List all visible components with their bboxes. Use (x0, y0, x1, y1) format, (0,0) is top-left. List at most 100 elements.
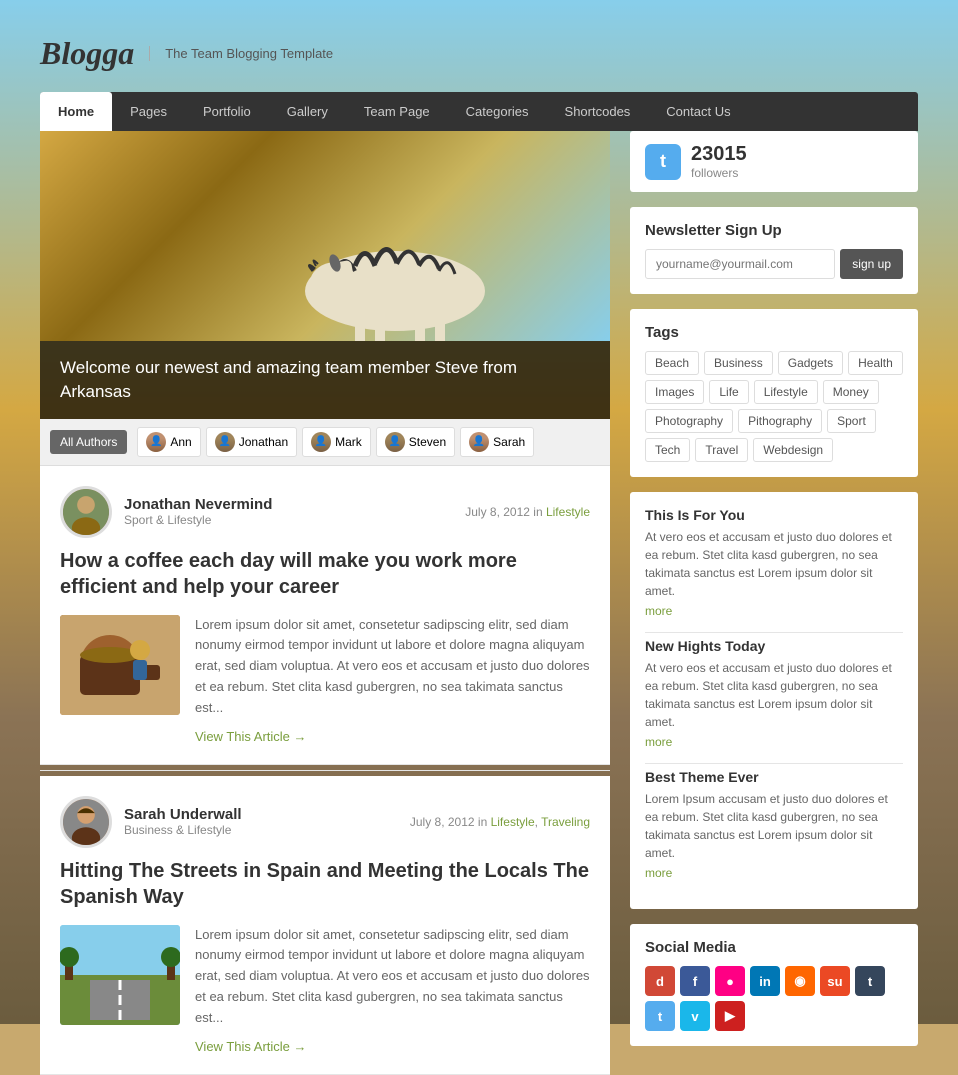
article-1-text-area: Lorem ipsum dolor sit amet, consetetur s… (195, 615, 590, 744)
article-2-author-info: Sarah Underwall Business & Lifestyle (124, 806, 398, 837)
tag-beach[interactable]: Beach (645, 351, 699, 375)
social-tumblr-icon[interactable]: t (855, 966, 885, 996)
tag-travel[interactable]: Travel (695, 438, 748, 462)
tag-images[interactable]: Images (645, 380, 704, 404)
article-2-meta-top: Sarah Underwall Business & Lifestyle Jul… (60, 796, 590, 848)
article-1: Jonathan Nevermind Sport & Lifestyle Jul… (40, 466, 610, 765)
nav-team[interactable]: Team Page (346, 92, 448, 131)
articles-divider (40, 770, 610, 771)
article-2-body: Lorem ipsum dolor sit amet, consetetur s… (60, 925, 590, 1054)
main-layout: Welcome our newest and amazing team memb… (40, 131, 918, 1075)
widget-hights-more[interactable]: more (645, 735, 672, 749)
widget-this-title: This Is For You (645, 507, 903, 523)
article-1-read-more[interactable]: View This Article → (195, 729, 590, 744)
article-1-author-name: Jonathan Nevermind (124, 496, 453, 513)
widget-divider-1 (645, 632, 903, 633)
article-2-date-category: July 8, 2012 in Lifestyle, Traveling (410, 815, 590, 829)
author-sarah-avatar: 👤 (469, 432, 489, 452)
text-widgets: This Is For You At vero eos et accusam e… (630, 492, 918, 909)
article-2-thumb-img (60, 925, 180, 1025)
article-2-category-lifestyle-link[interactable]: Lifestyle (491, 815, 535, 829)
article-2-author-subtitle: Business & Lifestyle (124, 823, 398, 837)
article-1-author-info: Jonathan Nevermind Sport & Lifestyle (124, 496, 453, 527)
widget-this-body: At vero eos et accusam et justo duo dolo… (645, 528, 903, 600)
all-authors-button[interactable]: All Authors (50, 430, 127, 454)
article-2-read-more[interactable]: View This Article → (195, 1039, 590, 1054)
tag-lifestyle[interactable]: Lifestyle (754, 380, 818, 404)
main-nav: Home Pages Portfolio Gallery Team Page C… (40, 92, 918, 131)
newsletter-form: sign up (645, 249, 903, 279)
author-steven-avatar: 👤 (385, 432, 405, 452)
tag-life[interactable]: Life (709, 380, 748, 404)
widget-hights-title: New Hights Today (645, 638, 903, 654)
author-jonathan-button[interactable]: 👤 Jonathan (206, 427, 297, 457)
author-mark-button[interactable]: 👤 Mark (302, 427, 371, 457)
nav-categories[interactable]: Categories (448, 92, 547, 131)
twitter-follower-count: 23015 (691, 143, 747, 166)
article-2-excerpt: Lorem ipsum dolor sit amet, consetetur s… (195, 925, 590, 1029)
tag-photography[interactable]: Photography (645, 409, 733, 433)
social-flickr-icon[interactable]: ● (715, 966, 745, 996)
author-ann-avatar: 👤 (146, 432, 166, 452)
nav-shortcodes[interactable]: Shortcodes (547, 92, 649, 131)
twitter-stats: 23015 followers (691, 143, 747, 180)
social-vimeo-icon[interactable]: v (680, 1001, 710, 1031)
social-linkedin-icon[interactable]: in (750, 966, 780, 996)
article-2: Sarah Underwall Business & Lifestyle Jul… (40, 776, 610, 1075)
author-mark-avatar: 👤 (311, 432, 331, 452)
newsletter-widget: Newsletter Sign Up sign up (630, 207, 918, 294)
article-2-thumbnail (60, 925, 180, 1025)
hero-section: Welcome our newest and amazing team memb… (40, 131, 610, 419)
widget-best-theme: Best Theme Ever Lorem Ipsum accusam et j… (645, 769, 903, 882)
site-tagline: The Team Blogging Template (149, 46, 333, 61)
tag-gadgets[interactable]: Gadgets (778, 351, 843, 375)
tag-health[interactable]: Health (848, 351, 903, 375)
nav-contact[interactable]: Contact Us (648, 92, 748, 131)
article-1-category-link[interactable]: Lifestyle (546, 505, 590, 519)
tag-sport[interactable]: Sport (827, 409, 876, 433)
social-twitter-icon[interactable]: t (645, 1001, 675, 1031)
social-digg-icon[interactable]: d (645, 966, 675, 996)
tag-business[interactable]: Business (704, 351, 773, 375)
widget-this-is-for-you: This Is For You At vero eos et accusam e… (645, 507, 903, 620)
tag-webdesign[interactable]: Webdesign (753, 438, 833, 462)
nav-gallery[interactable]: Gallery (269, 92, 346, 131)
tag-pithography[interactable]: Pithography (738, 409, 822, 433)
widget-new-hights: New Hights Today At vero eos et accusam … (645, 638, 903, 751)
tag-tech[interactable]: Tech (645, 438, 690, 462)
content-area: Welcome our newest and amazing team memb… (40, 131, 610, 1075)
social-title: Social Media (645, 939, 903, 956)
widget-theme-more[interactable]: more (645, 866, 672, 880)
social-icons-container: d f ● in ◉ su t t v ▶ (645, 966, 903, 1031)
sidebar: t 23015 followers Newsletter Sign Up sig… (630, 131, 918, 1046)
widget-theme-title: Best Theme Ever (645, 769, 903, 785)
social-widget: Social Media d f ● in ◉ su t t v ▶ (630, 924, 918, 1046)
hero-image (40, 131, 610, 341)
social-facebook-icon[interactable]: f (680, 966, 710, 996)
article-1-title: How a coffee each day will make you work… (60, 548, 590, 600)
widget-divider-2 (645, 763, 903, 764)
author-sarah-button[interactable]: 👤 Sarah (460, 427, 534, 457)
widget-this-more[interactable]: more (645, 604, 672, 618)
tags-title: Tags (645, 324, 903, 341)
site-logo: Blogga (40, 35, 134, 72)
author-jonathan-avatar: 👤 (215, 432, 235, 452)
nav-portfolio[interactable]: Portfolio (185, 92, 269, 131)
nav-pages[interactable]: Pages (112, 92, 185, 131)
nav-home[interactable]: Home (40, 92, 112, 131)
article-2-category-traveling-link[interactable]: Traveling (541, 815, 590, 829)
tags-widget: Tags Beach Business Gadgets Health Image… (630, 309, 918, 477)
twitter-widget: t 23015 followers (630, 131, 918, 192)
author-steven-button[interactable]: 👤 Steven (376, 427, 455, 457)
tag-money[interactable]: Money (823, 380, 879, 404)
social-youtube-icon[interactable]: ▶ (715, 1001, 745, 1031)
newsletter-email-input[interactable] (645, 249, 835, 279)
social-rss-icon[interactable]: ◉ (785, 966, 815, 996)
widget-theme-body: Lorem Ipsum accusam et justo duo dolores… (645, 790, 903, 862)
social-stumbleupon-icon[interactable]: su (820, 966, 850, 996)
article-1-author-avatar (60, 486, 112, 538)
newsletter-signup-button[interactable]: sign up (840, 249, 903, 279)
widget-hights-body: At vero eos et accusam et justo duo dolo… (645, 659, 903, 731)
authors-bar: All Authors 👤 Ann 👤 Jonathan 👤 Mark 👤 St… (40, 419, 610, 466)
author-ann-button[interactable]: 👤 Ann (137, 427, 200, 457)
